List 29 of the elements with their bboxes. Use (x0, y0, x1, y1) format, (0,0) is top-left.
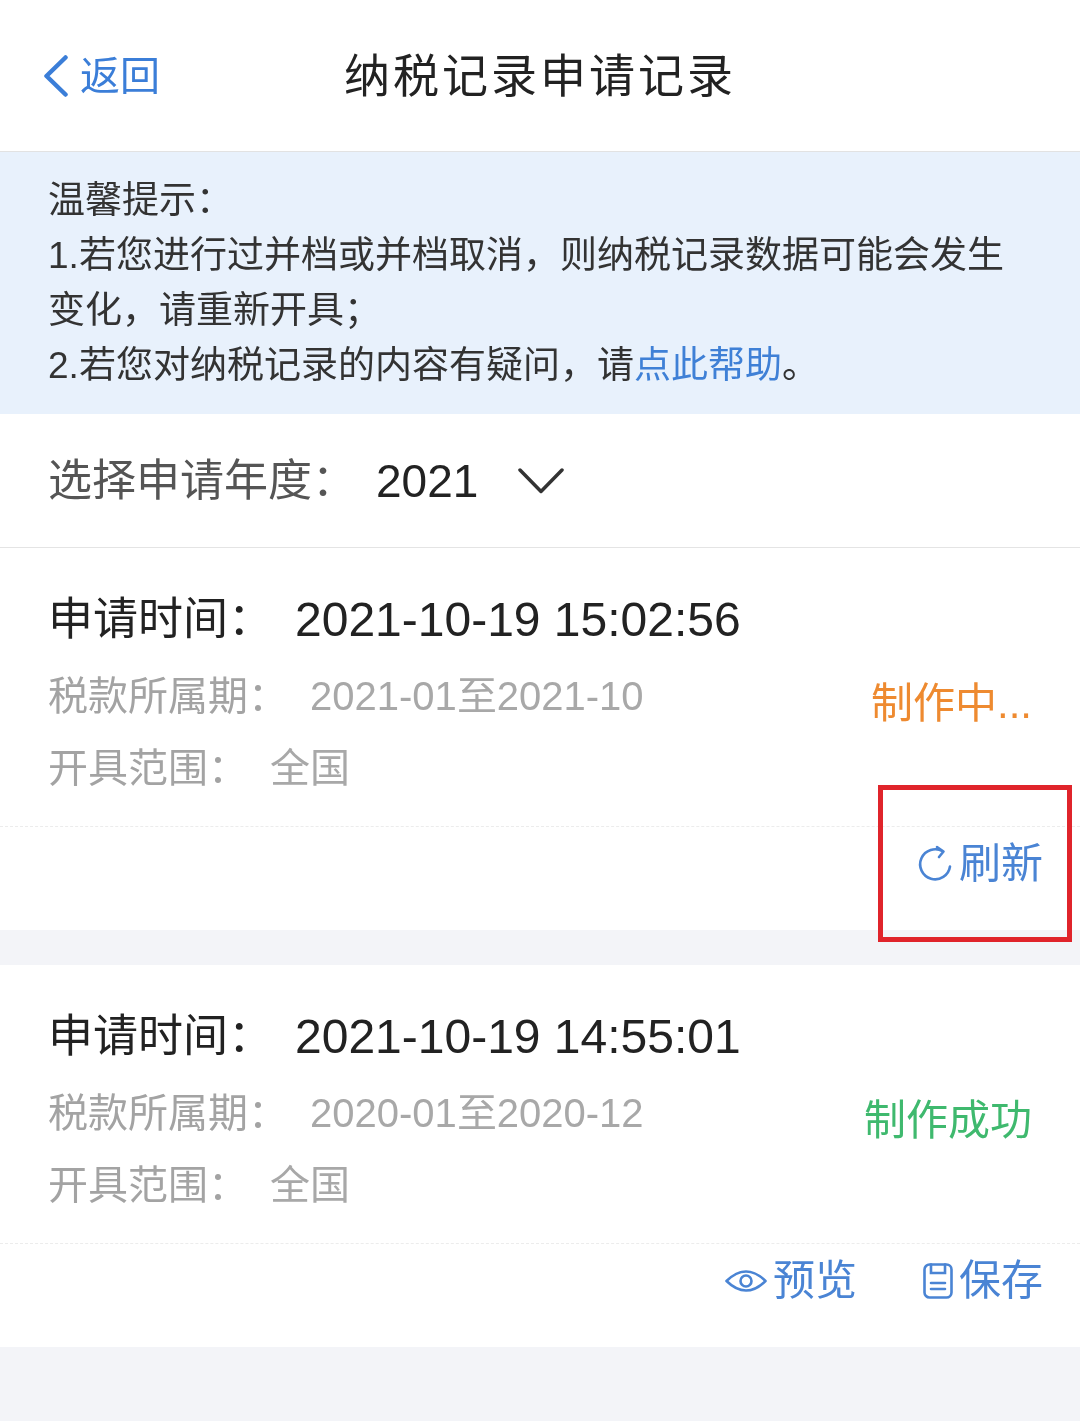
status-text: 制作中... (871, 679, 1032, 729)
status-text: 制作成功 (864, 1096, 1032, 1146)
time-value: 2021-10-19 14:55:01 (295, 1009, 741, 1065)
notice-text: 2.若您对纳税记录的内容有疑问，请点此帮助。 (48, 344, 820, 388)
preview-button[interactable]: 预览 (725, 1256, 857, 1306)
notice-text: 1.若您进行过并档或并档取消，则纳税记录数据可能会发生变化，请重新开具； (48, 234, 1005, 333)
time-value: 2021-10-19 15:02:56 (295, 592, 741, 648)
help-link[interactable]: 点此帮助 (633, 345, 782, 386)
time-label: 申请时间： (48, 593, 273, 647)
year-dropdown[interactable]: 2021 (376, 450, 565, 511)
scope-label: 开具范围： (48, 1162, 248, 1209)
back-button[interactable]: 返回 (44, 50, 160, 101)
chevron-down-icon (518, 467, 565, 494)
notice-heading: 温馨提示： (48, 179, 234, 223)
scope-value: 全国 (270, 1162, 350, 1209)
period-label: 税款所属期： (48, 1090, 288, 1137)
refresh-icon (917, 845, 953, 883)
year-label: 选择申请年度： (48, 454, 356, 507)
period-value: 2020-01至2020-12 (310, 1090, 644, 1137)
period-label: 税款所属期： (48, 673, 288, 720)
period-value: 2021-01至2021-10 (310, 673, 644, 720)
eye-icon (725, 1268, 767, 1294)
save-button[interactable]: 保存 (923, 1256, 1043, 1306)
refresh-button[interactable]: 刷新 (917, 839, 1043, 889)
back-icon (44, 54, 68, 97)
scope-label: 开具范围： (48, 745, 248, 792)
scope-value: 全国 (270, 745, 350, 792)
page-title: 纳税记录申请记录 (344, 48, 736, 104)
time-label: 申请时间： (48, 1010, 273, 1064)
